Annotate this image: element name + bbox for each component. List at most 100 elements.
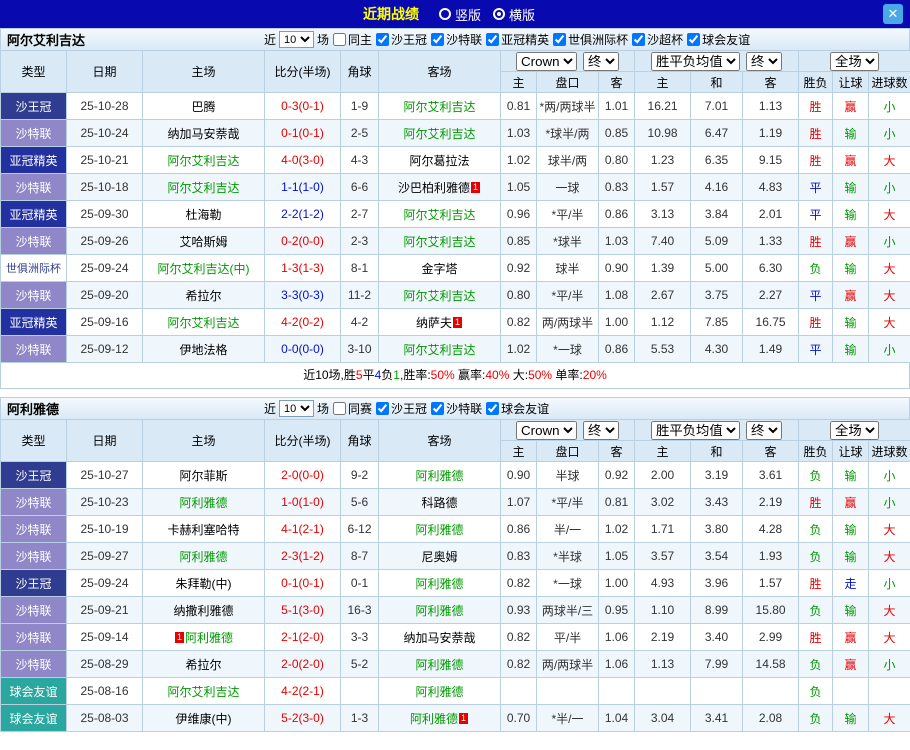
result-goals: 小 xyxy=(868,461,910,489)
team-name[interactable]: 阿尔艾利吉达 xyxy=(403,100,475,114)
team-name[interactable]: 阿尔艾利吉达 xyxy=(403,289,475,303)
away-team: 阿尔艾利吉达 xyxy=(378,227,501,255)
eu-draw-odds: 8.99 xyxy=(690,596,744,624)
col-header-corner: 角球 xyxy=(340,419,379,462)
team-name[interactable]: 阿尔艾利吉达 xyxy=(167,316,239,330)
league-type: 沙王冠 xyxy=(0,569,67,597)
result-handicap: 走 xyxy=(832,569,870,597)
layout-radio-horizontal-label[interactable]: 横版 xyxy=(509,5,535,24)
ah-line: *半球 xyxy=(536,542,599,570)
filter-世俱洲际杯[interactable]: 世俱洲际杯 xyxy=(553,31,628,48)
team-name[interactable]: 阿尔艾利吉达 xyxy=(167,685,239,699)
team-name[interactable]: 阿利雅德 xyxy=(415,658,463,672)
scope-select[interactable]: 全场 xyxy=(830,51,880,71)
result-outcome: 胜 xyxy=(798,623,834,651)
filter-checkbox[interactable] xyxy=(687,32,701,46)
filter-checkbox[interactable] xyxy=(333,401,347,415)
odds-type-select[interactable]: 胜平负均值 xyxy=(651,420,741,440)
page-title: 近期战绩 xyxy=(362,6,419,22)
bookmaker-select[interactable]: Crown xyxy=(516,51,578,71)
team-name[interactable]: 阿利雅德 xyxy=(415,685,463,699)
filter-checkbox[interactable] xyxy=(431,32,445,46)
team-name[interactable]: 阿尔艾利吉达 xyxy=(403,343,475,357)
ah-away-odds: 1.04 xyxy=(597,704,636,732)
eu-away-odds: 1.13 xyxy=(742,92,800,120)
team-name[interactable]: 阿尔艾利吉达 xyxy=(403,208,475,222)
team-name[interactable]: 阿利雅德 xyxy=(410,712,458,726)
eu-away-odds: 15.80 xyxy=(742,596,800,624)
league-type: 沙特联 xyxy=(0,650,67,678)
filter-沙特联[interactable]: 沙特联 xyxy=(431,400,482,417)
eu-draw-odds: 3.19 xyxy=(690,461,744,489)
team-name[interactable]: 阿利雅德 xyxy=(179,496,227,510)
team-name[interactable]: 阿尔艾利吉达 xyxy=(403,235,475,249)
filter-checkbox[interactable] xyxy=(486,401,500,415)
filter-球会友谊[interactable]: 球会友谊 xyxy=(687,31,750,48)
filter-同赛[interactable]: 同赛 xyxy=(333,400,372,417)
layout-radio-horizontal[interactable] xyxy=(493,8,505,20)
bookmaker-select[interactable]: Crown xyxy=(516,420,578,440)
corner-score: 5-2 xyxy=(340,650,379,678)
ah-final-select[interactable]: 终 xyxy=(583,51,620,71)
match-row: 沙特联 25-08-29 希拉尔 2-0(2-0) 5-2 阿利雅德 0.82 两/两球半 1.… xyxy=(0,650,910,678)
team-name[interactable]: 阿尔艾利吉达 xyxy=(167,181,239,195)
team-name[interactable]: 阿利雅德 xyxy=(415,469,463,483)
odds-type-select[interactable]: 胜平负均值 xyxy=(651,51,741,71)
away-team: 阿尔艾利吉达 xyxy=(378,335,501,363)
ah-final-select[interactable]: 终 xyxy=(583,420,620,440)
col-header-eu-home: 主 xyxy=(634,71,692,93)
corner-score: 8-1 xyxy=(340,254,379,282)
team-name[interactable]: 阿尔艾利吉达 xyxy=(403,127,475,141)
col-header-result: 胜负 xyxy=(798,440,834,462)
col-header-eu-home: 主 xyxy=(634,440,692,462)
eu-final-select[interactable]: 终 xyxy=(746,51,783,71)
filter-label: 沙特联 xyxy=(446,401,483,416)
col-header-corner: 角球 xyxy=(340,50,379,93)
team-name[interactable]: 阿尔艾利吉达 xyxy=(167,154,239,168)
result-outcome: 胜 xyxy=(798,119,834,147)
team-name[interactable]: 阿尔艾利吉达(中) xyxy=(158,262,250,276)
col-header-ah-away: 客 xyxy=(597,440,636,462)
close-button[interactable]: ✕ xyxy=(883,4,903,24)
filter-checkbox[interactable] xyxy=(553,32,567,46)
match-count-select[interactable]: 10 xyxy=(279,400,315,417)
team-name[interactable]: 阿利雅德 xyxy=(179,550,227,564)
team-name[interactable]: 阿利雅德 xyxy=(415,523,463,537)
match-count-select[interactable]: 10 xyxy=(279,31,315,48)
filter-checkbox[interactable] xyxy=(376,32,390,46)
eu-final-select[interactable]: 终 xyxy=(746,420,783,440)
summary-segment: 负 xyxy=(381,368,394,382)
filter-沙超杯[interactable]: 沙超杯 xyxy=(632,31,683,48)
match-row: 沙王冠 25-09-24 朱拜勒(中) 0-1(0-1) 0-1 阿利雅德 0.82 *一球 1… xyxy=(0,569,910,597)
filter-球会友谊[interactable]: 球会友谊 xyxy=(486,400,549,417)
filter-亚冠精英[interactable]: 亚冠精英 xyxy=(486,31,549,48)
result-outcome: 胜 xyxy=(798,569,834,597)
col-header-eu-away: 客 xyxy=(742,440,800,462)
eu-home-odds: 3.57 xyxy=(634,542,692,570)
layout-radio-vertical[interactable] xyxy=(438,8,451,20)
filter-checkbox[interactable] xyxy=(376,401,390,415)
filter-沙特联[interactable]: 沙特联 xyxy=(431,31,482,48)
eu-draw-odds: 7.01 xyxy=(690,92,744,120)
filter-checkbox[interactable] xyxy=(333,32,347,46)
filter-沙王冠[interactable]: 沙王冠 xyxy=(376,31,427,48)
filter-checkbox[interactable] xyxy=(632,32,646,46)
summary-segment: 单率: xyxy=(552,368,583,382)
filter-沙王冠[interactable]: 沙王冠 xyxy=(376,400,427,417)
team-name[interactable]: 阿利雅德 xyxy=(185,631,233,645)
result-handicap: 赢 xyxy=(832,488,870,516)
corner-score xyxy=(340,677,379,705)
layout-radio-vertical-label[interactable]: 竖版 xyxy=(455,5,481,24)
scope-select[interactable]: 全场 xyxy=(830,420,880,440)
team-name[interactable]: 阿利雅德 xyxy=(415,577,463,591)
result-outcome: 平 xyxy=(798,200,834,228)
match-date: 25-10-21 xyxy=(66,146,143,174)
filter-checkbox[interactable] xyxy=(486,32,500,46)
filter-同主[interactable]: 同主 xyxy=(333,31,372,48)
ah-home-odds: 0.82 xyxy=(500,650,537,678)
team-name: 沙巴柏利雅德 xyxy=(397,180,470,195)
team-name[interactable]: 阿利雅德 xyxy=(415,604,463,618)
match-date: 25-10-27 xyxy=(66,461,143,489)
score: 0-2(0-0) xyxy=(264,227,341,255)
filter-checkbox[interactable] xyxy=(431,401,445,415)
